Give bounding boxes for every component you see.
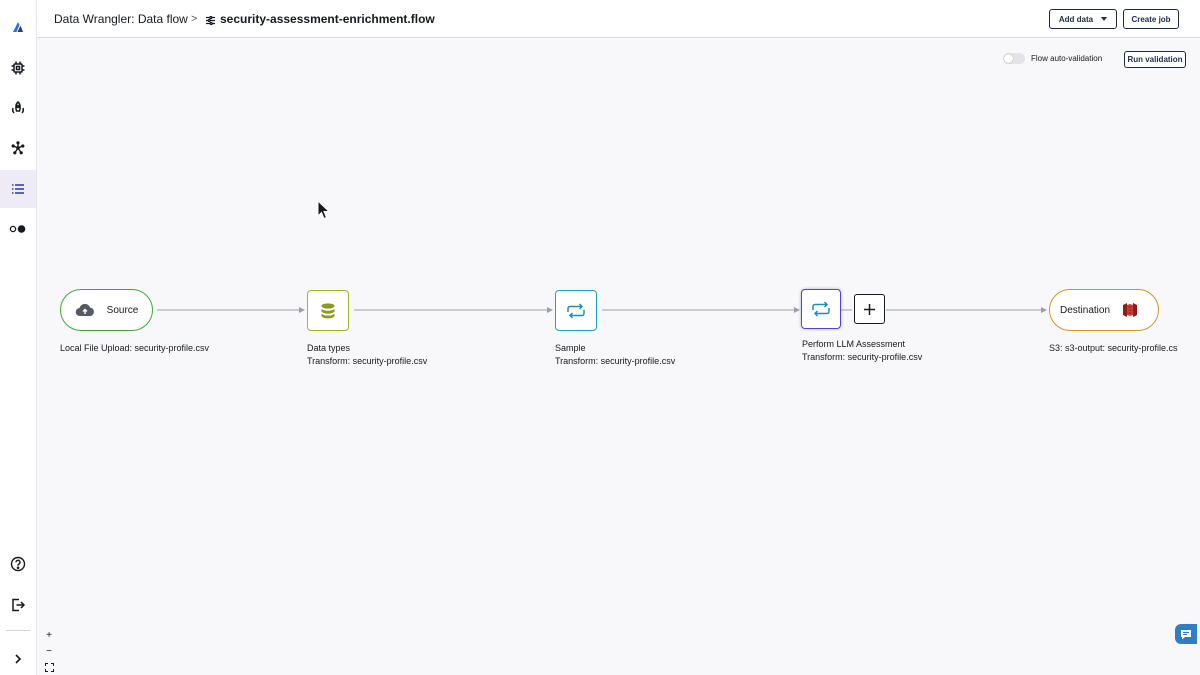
zoom-in-button[interactable]: +	[42, 628, 56, 642]
chip-icon[interactable]	[0, 50, 36, 86]
llm-node-label: Perform LLM Assessment Transform: securi…	[802, 338, 922, 364]
flow-canvas[interactable]: Flow auto-validation Run validation Sour…	[37, 38, 1200, 675]
cloud-upload-icon	[75, 303, 94, 317]
breadcrumb-data-flow[interactable]: Data Wrangler: Data flow	[54, 12, 188, 26]
source-node-label: Local File Upload: security-profile.csv	[60, 343, 210, 353]
destination-node[interactable]: Destination	[1049, 289, 1159, 331]
fit-view-button[interactable]	[42, 660, 56, 674]
data-types-node-title: Data types	[307, 343, 351, 353]
network-icon[interactable]	[0, 130, 36, 166]
caret-down-icon	[1101, 17, 1108, 21]
plus-icon	[864, 303, 875, 315]
breadcrumb-separator: >	[191, 13, 198, 25]
destination-node-title: Destination	[1060, 304, 1111, 316]
data-types-node[interactable]	[307, 290, 349, 331]
sagemaker-logo-icon[interactable]	[0, 9, 36, 45]
toggle-dots-icon[interactable]	[0, 211, 36, 247]
header: Data Wrangler: Data flow > security-asse…	[37, 0, 1200, 38]
sample-node-title: Sample	[555, 343, 586, 353]
create-job-button[interactable]: Create job	[1123, 9, 1179, 29]
rocket-icon[interactable]	[0, 90, 36, 126]
add-data-label: Add data	[1058, 14, 1094, 24]
llm-node-title: Perform LLM Assessment	[802, 339, 906, 349]
feedback-chat-button[interactable]	[1175, 624, 1197, 644]
source-node[interactable]: Source	[60, 289, 153, 331]
sample-node-label: Sample Transform: security-profile.csv	[555, 342, 675, 368]
sidebar	[0, 0, 37, 675]
zoom-out-button[interactable]: −	[42, 644, 56, 658]
llm-assessment-node[interactable]	[801, 289, 841, 329]
data-types-node-label: Data types Transform: security-profile.c…	[307, 342, 427, 368]
destination-node-label: S3: s3-output: security-profile.cs	[1049, 343, 1178, 353]
sidebar-divider	[6, 630, 30, 631]
add-data-button[interactable]: Add data	[1049, 9, 1117, 29]
add-step-button[interactable]	[854, 294, 885, 324]
transform-icon	[567, 302, 585, 319]
sample-node[interactable]	[555, 290, 597, 331]
chat-bubble-icon	[1181, 629, 1191, 639]
help-icon[interactable]	[0, 546, 36, 582]
sample-node-subtitle: Transform: security-profile.csv	[555, 356, 676, 366]
database-icon	[321, 302, 335, 318]
transform-icon	[812, 301, 830, 317]
source-node-title: Source	[106, 304, 139, 316]
fit-view-icon	[44, 662, 54, 672]
sign-out-icon[interactable]	[0, 587, 36, 623]
s3-bucket-icon	[1123, 303, 1138, 317]
mouse-cursor-icon	[317, 200, 331, 220]
flow-file-icon	[205, 13, 216, 31]
data-types-node-subtitle: Transform: security-profile.csv	[307, 356, 428, 366]
list-icon[interactable]	[0, 170, 36, 208]
page-title: security-assessment-enrichment.flow	[220, 12, 435, 26]
chevron-right-icon[interactable]	[0, 641, 36, 675]
llm-node-subtitle: Transform: security-profile.csv	[802, 352, 923, 362]
